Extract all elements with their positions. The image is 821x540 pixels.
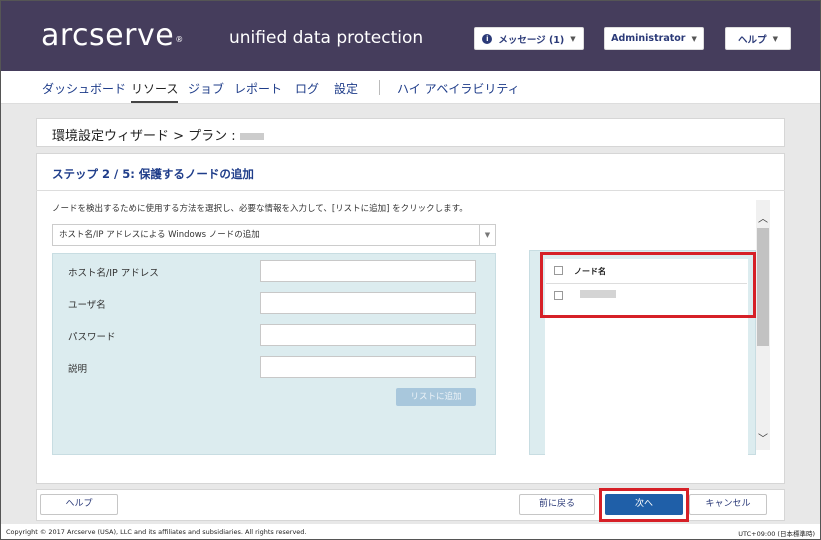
help-label: ヘルプ [738, 34, 767, 46]
add-to-list-button[interactable]: リストに追加 [396, 388, 476, 406]
back-button[interactable]: 前に戻る [519, 494, 595, 515]
chevron-down-icon: ▼ [570, 34, 576, 43]
nav-item-reports[interactable]: レポート [234, 80, 282, 97]
user-menu-button[interactable]: Administrator ▼ [604, 27, 704, 50]
divider [36, 190, 785, 191]
password-input[interactable] [260, 324, 476, 346]
username-input[interactable] [260, 292, 476, 314]
step-title: ステップ 2 / 5: 保護するノードの追加 [52, 167, 254, 181]
info-icon: i [482, 33, 493, 44]
description-label: 説明 [68, 364, 88, 375]
password-label: パスワード [68, 332, 116, 343]
description-input[interactable] [260, 356, 476, 378]
main-nav: ダッシュボード リソース ジョブ レポート ログ 設定 ハイ アベイラビリティ [1, 71, 820, 104]
step-instruction: ノードを検出するために使用する方法を選択し、必要な情報を入力して、[リストに追加… [52, 204, 468, 214]
nav-item-jobs[interactable]: ジョブ [188, 80, 224, 97]
chevron-down-icon: ▼ [479, 225, 495, 245]
product-name: unified data protection [229, 28, 424, 48]
scroll-up-icon[interactable]: ︿ [756, 210, 770, 225]
user-label: Administrator [611, 33, 686, 44]
highlight-node-list [540, 252, 756, 318]
messages-button[interactable]: i メッセージ (1) ▼ [474, 27, 584, 50]
highlight-next-button [599, 488, 689, 522]
username-label: ユーザ名 [68, 300, 106, 311]
chevron-down-icon: ▼ [691, 34, 697, 43]
wizard-title: 環境設定ウィザード > プラン : [52, 125, 264, 144]
detection-method-value: ホスト名/IP アドレスによる Windows ノードの追加 [59, 230, 260, 240]
arcserve-logo: arcserve® [41, 18, 184, 53]
scroll-down-icon[interactable]: ﹀ [756, 430, 770, 445]
nav-item-dashboard[interactable]: ダッシュボード [42, 80, 126, 97]
cancel-button[interactable]: キャンセル [689, 494, 767, 515]
help-button[interactable]: ヘルプ [40, 494, 118, 515]
hostname-input[interactable] [260, 260, 476, 282]
nav-item-logs[interactable]: ログ [295, 80, 319, 97]
scroll-thumb[interactable] [757, 228, 769, 346]
nav-divider [379, 80, 380, 95]
nav-item-high-availability[interactable]: ハイ アベイラビリティ [397, 80, 520, 97]
node-form [52, 253, 496, 455]
nav-item-resources[interactable]: リソース [131, 80, 179, 103]
copyright-text: Copyright © 2017 Arcserve (USA), LLC and… [6, 528, 307, 536]
detection-method-select[interactable]: ホスト名/IP アドレスによる Windows ノードの追加 ▼ [52, 224, 496, 246]
hostname-label: ホスト名/IP アドレス [68, 268, 159, 279]
chevron-down-icon: ▼ [772, 34, 778, 43]
timezone-text: UTC+09:00 (日本標準時) [738, 530, 815, 538]
messages-label: メッセージ (1) [498, 34, 565, 46]
help-menu-button[interactable]: ヘルプ ▼ [725, 27, 791, 50]
nav-item-settings[interactable]: 設定 [334, 80, 358, 97]
plan-name-redacted [239, 133, 264, 140]
